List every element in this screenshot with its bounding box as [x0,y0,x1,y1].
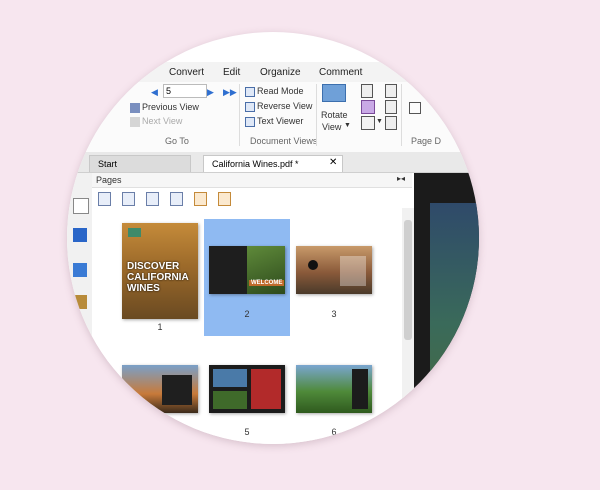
facing-icon[interactable] [385,84,397,98]
read-mode-icon [245,86,255,97]
pages-scrollbar[interactable] [402,208,414,444]
chevron-down-icon[interactable]: ▼ [376,118,383,125]
continuous-page-icon[interactable] [361,100,375,114]
tab-california-wines[interactable]: California Wines.pdf * [203,155,343,172]
layers-icon[interactable] [73,263,87,277]
prev-page-icon[interactable]: ◀ [151,87,158,98]
checkbox-icon[interactable] [409,102,421,114]
left-sidebar [67,173,93,444]
gap-icon[interactable] [385,116,397,130]
menu-comment[interactable]: Comment [319,67,362,78]
previous-view-button[interactable]: Previous View [130,102,199,113]
grape-photo [247,246,285,294]
crop-page-icon[interactable] [194,192,207,206]
badge-circle [308,260,318,270]
menu-edit[interactable]: Edit [223,67,240,78]
page-number-1: 1 [157,322,163,332]
previous-view-icon [130,102,140,113]
pages-panel-header: Pages ▸◂ [92,173,412,188]
red-panel [251,369,281,409]
page-thumbnail-4[interactable] [122,365,198,413]
page-2-headline: WELCOME [249,280,285,286]
chevron-down-icon[interactable]: ▼ [344,122,351,129]
menu-convert[interactable]: Convert [169,67,204,78]
divider [316,84,317,146]
page-thumbnails-area: DISCOVER CALIFORNIA WINES 1 WELCOME 2 3 … [92,208,412,444]
page-number-2: 2 [244,309,250,319]
bookmark-icon[interactable] [73,198,89,214]
single-page-icon[interactable] [361,84,373,98]
page-thumbnail-2[interactable]: WELCOME [209,246,285,294]
replace-page-icon[interactable] [218,192,231,206]
page-number-5: 5 [244,427,250,437]
text-strip [352,369,368,409]
page-number-3: 3 [331,309,337,319]
logo-icon [128,228,141,237]
document-views-group-label: Document Views [250,136,318,146]
attachments-icon[interactable] [73,295,87,309]
menu-bar: Convert Edit Organize Comment [67,62,479,82]
last-page-icon[interactable]: ▶▶ [223,87,237,98]
pages-panel-icon[interactable] [73,228,87,242]
text-column [340,256,366,286]
ribbon: ◀ ▶ ▶▶ Previous View Next View Go To Rea… [67,82,479,153]
extract-page-icon[interactable] [122,192,135,206]
rotate-view-label-2[interactable]: View [322,122,341,132]
next-page-icon[interactable]: ▶ [207,87,214,98]
divider [401,84,402,146]
page-1-headline: DISCOVER CALIFORNIA WINES [127,261,189,294]
delete-page-icon[interactable] [170,192,183,206]
next-view-icon [130,116,140,127]
pages-panel-title: Pages [96,175,122,185]
close-tab-icon[interactable]: ✕ [329,157,337,168]
rotate-page-icon[interactable] [146,192,159,206]
page-number-field[interactable] [163,84,207,98]
page-thumbnail-5[interactable] [209,365,285,413]
page-thumbnail-6[interactable] [296,365,372,413]
goto-group-label: Go To [165,136,189,146]
document-tabs: Start California Wines.pdf * ✕ [67,152,479,173]
insert-page-icon[interactable] [98,192,111,206]
reverse-view-icon [245,101,255,112]
text-panel [162,375,192,405]
reverse-view-button[interactable]: Reverse View [245,101,312,112]
next-view-button[interactable]: Next View [130,116,182,127]
pages-toolbar [92,188,412,209]
menu-organize[interactable]: Organize [260,67,301,78]
page-number-6: 6 [331,427,337,437]
read-mode-button[interactable]: Read Mode [245,86,304,97]
page-display-group-label: Page D [411,136,442,146]
document-page-preview [430,203,479,444]
scrollbar-thumb[interactable] [404,220,412,340]
photo-top [213,369,247,387]
cover-page-icon[interactable] [385,100,397,114]
tab-start[interactable]: Start [89,155,191,172]
document-view[interactable] [414,173,479,444]
divider [239,84,240,146]
grid-view-icon[interactable] [361,116,375,130]
rotate-view-icon [322,84,346,102]
text-viewer-icon [245,116,255,127]
page-thumbnail-1[interactable]: DISCOVER CALIFORNIA WINES [122,223,198,319]
page-thumbnail-3[interactable] [296,246,372,294]
collapse-panel-icon[interactable]: ▸◂ [397,174,405,183]
rotate-view-label-1[interactable]: Rotate [321,110,348,120]
photo-vineyard [213,391,247,409]
app-window-lens: Convert Edit Organize Comment ◀ ▶ ▶▶ Pre… [67,32,479,444]
text-viewer-button[interactable]: Text Viewer [245,116,303,127]
